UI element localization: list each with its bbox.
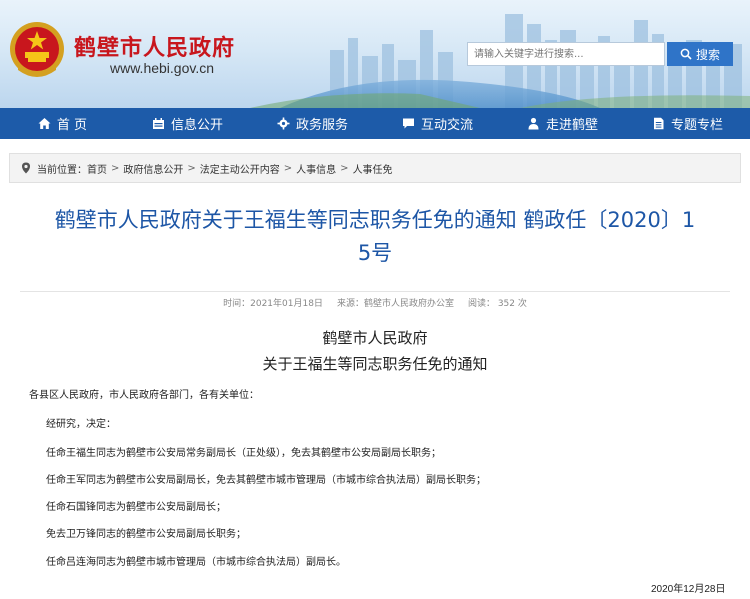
- breadcrumb-separator: >: [283, 162, 293, 174]
- nav-item-label: 首 页: [56, 118, 88, 133]
- breadcrumb-gov-info[interactable]: 政府信息公开: [123, 161, 183, 176]
- document-issuer: 鹤壁市人民政府: [322, 329, 428, 347]
- article-meta: 时间：2021年01月18日 来源：鹤壁市人民政府办公室 阅读： 352 次: [20, 291, 730, 313]
- nav-item-interaction[interactable]: 互动交流: [375, 108, 500, 139]
- search-input[interactable]: [467, 42, 665, 66]
- salutation: 各县区人民政府，市人民政府各部门，各有关单位：: [29, 390, 259, 401]
- nav-item-label: 政务服务: [295, 118, 348, 133]
- nav-item-about-hebi[interactable]: 走进鹤壁: [500, 108, 625, 139]
- main-nav: 首 页 信息公开 政务服务 互动交流 走进鹤壁 专题专栏: [0, 108, 750, 139]
- breadcrumb: 当前位置： 首页 > 政府信息公开 > 法定主动公开内容 > 人事信息 > 人事…: [9, 153, 741, 183]
- breadcrumb-separator: >: [187, 162, 196, 174]
- paragraph: 免去卫万锋同志的鹤壁市公安局副局长职务；: [46, 529, 246, 540]
- site-url: www.hebi.gov.cn: [110, 60, 215, 76]
- paragraph: 任命吕连海同志为鹤壁市城市管理局（市城市综合执法局）副局长。: [46, 557, 346, 568]
- breadcrumb-prefix: 当前位置：: [37, 164, 87, 176]
- article-title: 鹤壁市人民政府关于王福生等同志职务任免的通知 鹤政任〔2020〕1 5号: [20, 204, 730, 270]
- article-title-line2: 5号: [357, 241, 393, 265]
- national-emblem-logo: [10, 22, 64, 77]
- header-banner: 鹤壁市人民政府 www.hebi.gov.cn 搜索: [0, 0, 750, 108]
- nav-item-label: 互动交流: [420, 118, 473, 133]
- search-button[interactable]: 搜索: [667, 42, 733, 66]
- search-button-label: 搜索: [695, 47, 720, 62]
- paragraph: 任命王福生同志为鹤壁市公安局常务副局长（正处级），免去其鹤壁市公安局副局长职务；: [46, 448, 441, 459]
- person-icon: [528, 117, 539, 130]
- service-gear-icon: [277, 117, 290, 130]
- nav-item-home[interactable]: 首 页: [0, 108, 125, 139]
- document-icon: [653, 117, 664, 130]
- breadcrumb-home[interactable]: 首页: [87, 161, 107, 176]
- meta-views: 阅读： 352 次: [467, 299, 527, 309]
- article-title-line1: 鹤壁市人民政府关于王福生等同志职务任免的通知 鹤政任〔2020〕1: [54, 208, 696, 232]
- site-title[interactable]: 鹤壁市人民政府: [74, 30, 235, 62]
- nav-item-gov-services[interactable]: 政务服务: [250, 108, 375, 139]
- chat-icon: [402, 118, 414, 129]
- document-heading: 关于王福生等同志职务任免的通知: [262, 355, 488, 373]
- paragraph: 任命石国锋同志为鹤壁市公安局副局长；: [46, 502, 226, 513]
- search-icon: [680, 48, 692, 60]
- nav-item-special-topics[interactable]: 专题专栏: [625, 108, 750, 139]
- breadcrumb-separator: >: [111, 162, 120, 174]
- meta-source: 来源：鹤壁市人民政府办公室: [336, 299, 454, 309]
- breadcrumb-statutory-content[interactable]: 法定主动公开内容: [200, 161, 280, 176]
- nav-item-info-disclosure[interactable]: 信息公开: [125, 108, 250, 139]
- nav-item-label: 信息公开: [170, 118, 223, 133]
- paragraph: 经研究，决定：: [46, 419, 116, 430]
- document-date: 2020年12月28日: [651, 584, 726, 595]
- home-icon: [38, 118, 51, 129]
- meta-time: 时间：2021年01月18日: [223, 299, 323, 309]
- nav-item-label: 走进鹤壁: [545, 118, 598, 133]
- breadcrumb-separator: >: [340, 162, 349, 174]
- breadcrumb-appointments[interactable]: 人事任免: [353, 161, 393, 176]
- location-pin-icon: [22, 162, 30, 174]
- breadcrumb-personnel-info[interactable]: 人事信息: [296, 161, 336, 176]
- calendar-icon: [152, 118, 164, 129]
- paragraph: 任命王军同志为鹤壁市公安局副局长，免去其鹤壁市城市管理局（市城市综合执法局）副局…: [46, 475, 486, 486]
- nav-item-label: 专题专栏: [670, 118, 723, 133]
